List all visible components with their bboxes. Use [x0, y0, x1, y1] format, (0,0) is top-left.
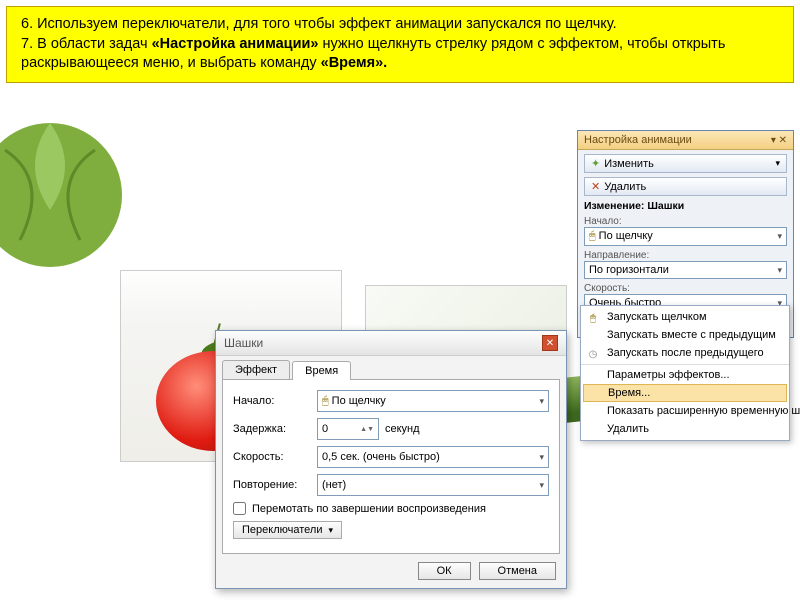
- context-menu: 🖱 Запускать щелчком Запускать вместе с п…: [580, 305, 790, 441]
- mouse-icon: 🖱: [322, 395, 329, 407]
- star-icon: ✦: [591, 157, 600, 170]
- speed-select[interactable]: 0,5 сек. (очень быстро) ▾: [317, 446, 549, 468]
- ctx-timeline[interactable]: Показать расширенную временную шкалу: [581, 402, 789, 420]
- rewind-checkbox[interactable]: [233, 502, 246, 515]
- cabbage-image: [0, 120, 140, 270]
- chevron-down-icon: ▾: [777, 231, 782, 242]
- pane-titlebar: Настройка анимации ▾ ✕: [578, 131, 793, 150]
- ctx-params[interactable]: Параметры эффектов...: [581, 364, 789, 384]
- mouse-icon: 🖱: [586, 311, 600, 325]
- expand-icon: ▾: [328, 525, 333, 536]
- switches-label: Переключатели: [242, 524, 322, 536]
- tab-effect[interactable]: Эффект: [222, 360, 290, 379]
- start-value: По щелчку: [332, 395, 386, 407]
- close-icon[interactable]: ✕: [542, 335, 558, 351]
- dialog-tabs: Эффект Время: [216, 356, 566, 379]
- spinner-icon[interactable]: ▲▼: [360, 426, 374, 433]
- dialog-body: Начало: 🖱 По щелчку ▾ Задержка: 0 ▲▼ сек…: [222, 379, 560, 554]
- section-label: Изменение: Шашки: [584, 200, 787, 212]
- change-label: Изменить: [604, 158, 654, 170]
- label-start: Начало:: [233, 395, 311, 407]
- text-bold: «Настройка анимации»: [152, 36, 319, 52]
- repeat-value: (нет): [322, 479, 346, 491]
- change-button[interactable]: ✦ Изменить ▾: [584, 154, 787, 173]
- speed-value: 0,5 сек. (очень быстро): [322, 451, 440, 463]
- text: 7. В области задач: [21, 36, 152, 52]
- label-repeat: Повторение:: [233, 479, 311, 491]
- pane-direction-select[interactable]: По горизонтали ▾: [584, 261, 787, 279]
- timing-dialog: Шашки ✕ Эффект Время Начало: 🖱 По щелчку…: [215, 330, 567, 589]
- ctx-label: Запускать после предыдущего: [607, 347, 764, 359]
- dialog-title-text: Шашки: [224, 336, 263, 350]
- label-delay: Задержка:: [233, 423, 311, 435]
- ctx-with-prev[interactable]: Запускать вместе с предыдущим: [581, 326, 789, 344]
- ctx-label: Запускать щелчком: [607, 311, 707, 323]
- delete-label: Удалить: [604, 181, 646, 193]
- dialog-footer: ОК Отмена: [216, 554, 566, 588]
- pane-start-value: По щелчку: [599, 230, 653, 242]
- mouse-icon: 🖱: [589, 230, 596, 242]
- label-speed: Скорость:: [584, 283, 787, 294]
- x-icon: ✕: [591, 180, 600, 193]
- tab-time[interactable]: Время: [292, 361, 351, 380]
- instruction-7: 7. В области задач «Настройка анимации» …: [21, 35, 779, 74]
- ctx-start-click[interactable]: 🖱 Запускать щелчком: [581, 308, 789, 326]
- label-speed: Скорость:: [233, 451, 311, 463]
- ctx-after-prev[interactable]: ◷ Запускать после предыдущего: [581, 344, 789, 362]
- label-start: Начало:: [584, 216, 787, 227]
- start-select[interactable]: 🖱 По щелчку ▾: [317, 390, 549, 412]
- chevron-down-icon: ▾: [539, 396, 544, 407]
- switches-button[interactable]: Переключатели ▾: [233, 521, 342, 539]
- label-direction: Направление:: [584, 250, 787, 261]
- clock-icon: ◷: [586, 347, 600, 361]
- chevron-down-icon: ▾: [539, 480, 544, 491]
- pane-close-icon[interactable]: ▾ ✕: [771, 135, 787, 146]
- ok-button[interactable]: ОК: [418, 562, 471, 580]
- delay-value: 0: [322, 423, 328, 435]
- ctx-remove[interactable]: Удалить: [581, 420, 789, 438]
- delete-button[interactable]: ✕ Удалить: [584, 177, 787, 196]
- dialog-titlebar: Шашки ✕: [216, 331, 566, 356]
- rewind-label: Перемотать по завершении воспроизведения: [252, 503, 486, 515]
- ctx-time[interactable]: Время...: [583, 384, 787, 402]
- pane-title-text: Настройка анимации: [584, 134, 692, 146]
- pane-start-select[interactable]: 🖱 По щелчку ▾: [584, 227, 787, 246]
- repeat-select[interactable]: (нет) ▾: [317, 474, 549, 496]
- cancel-button[interactable]: Отмена: [479, 562, 556, 580]
- delay-input[interactable]: 0 ▲▼: [317, 418, 379, 440]
- text-bold: «Время».: [321, 55, 388, 71]
- delay-unit: секунд: [385, 423, 420, 435]
- chevron-down-icon: ▾: [539, 452, 544, 463]
- chevron-down-icon: ▾: [775, 158, 780, 169]
- chevron-down-icon: ▾: [777, 265, 782, 276]
- instruction-6: 6. Используем переключатели, для того чт…: [21, 15, 779, 35]
- instruction-box: 6. Используем переключатели, для того чт…: [6, 6, 794, 83]
- pane-direction-value: По горизонтали: [589, 264, 669, 276]
